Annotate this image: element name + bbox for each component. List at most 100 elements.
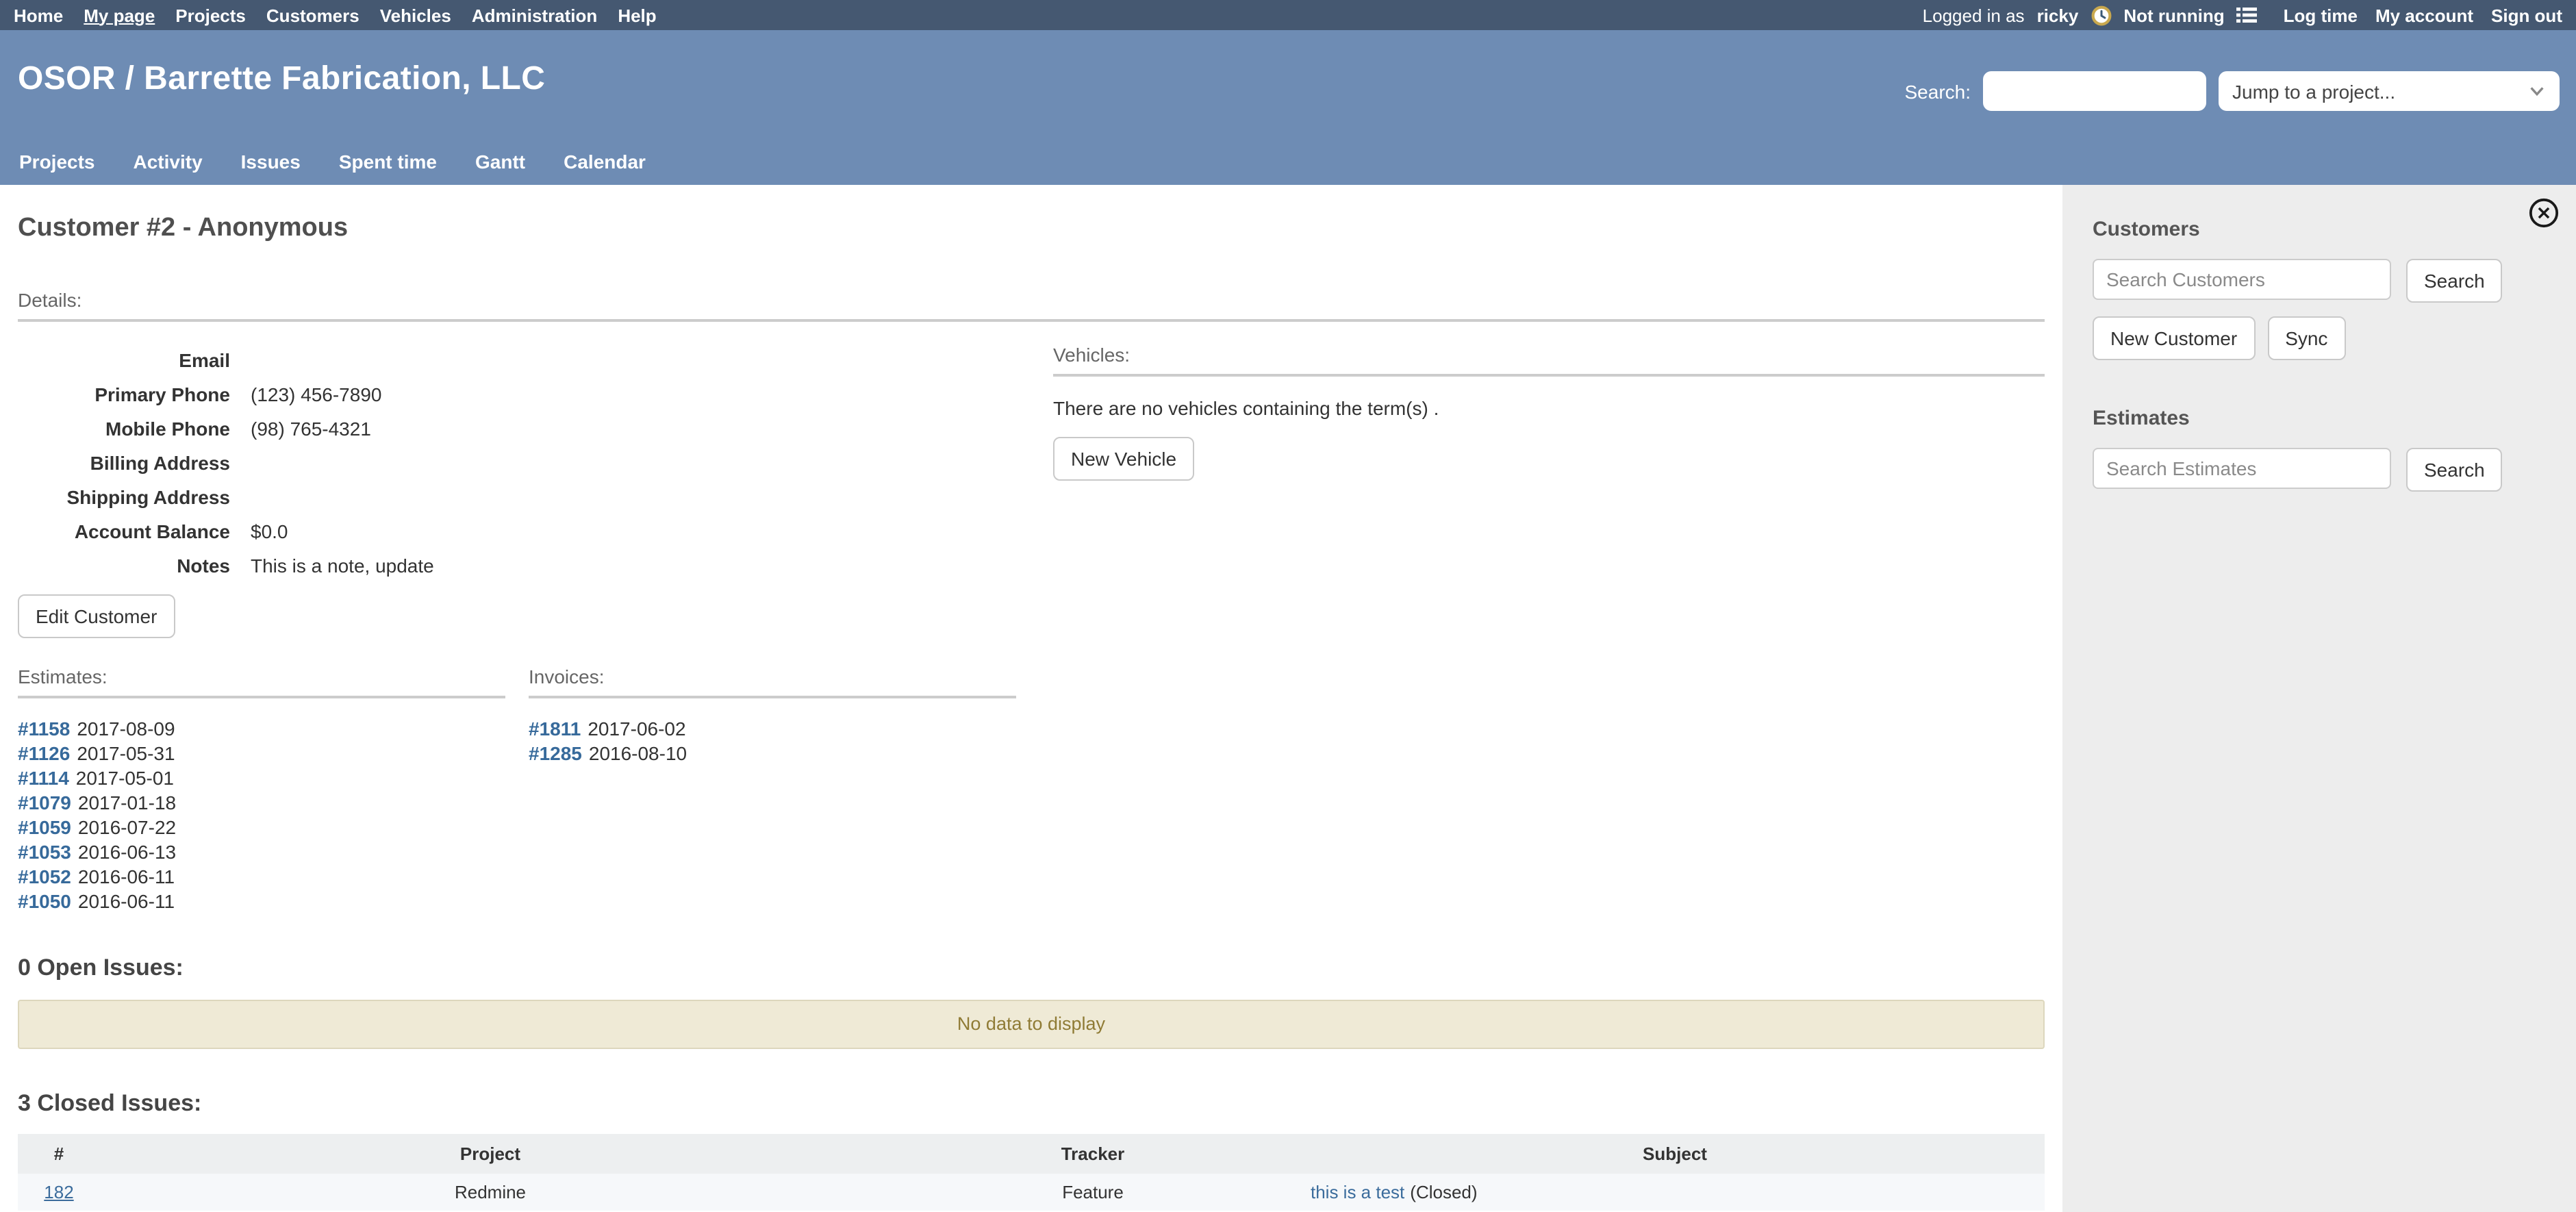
table-row: 182 Redmine Feature this is a test(Close… bbox=[18, 1174, 2045, 1211]
issue-status: (Closed) bbox=[1410, 1182, 1477, 1202]
field-label: Notes bbox=[18, 549, 230, 583]
no-data-banner: No data to display bbox=[18, 1000, 2045, 1049]
estimate-link[interactable]: #1050 bbox=[18, 890, 71, 912]
column-header-subject: Subject bbox=[1305, 1134, 2045, 1174]
field-label: Email bbox=[18, 344, 230, 378]
field-row-account-balance: Account Balance $0.0 bbox=[18, 515, 1031, 549]
search-estimates-input[interactable] bbox=[2093, 448, 2391, 489]
estimate-date: 2017-05-31 bbox=[77, 742, 175, 764]
log-time-link[interactable]: Log time bbox=[2284, 5, 2358, 25]
estimates-list-section: Estimates: #11582017-08-09 #11262017-05-… bbox=[18, 666, 505, 913]
top-menu-vehicles[interactable]: Vehicles bbox=[380, 5, 451, 25]
issue-tracker-cell: Feature bbox=[881, 1174, 1305, 1211]
page-header: OSOR / Barrette Fabrication, LLC Search:… bbox=[0, 30, 2576, 185]
top-menu-my-page[interactable]: My page bbox=[84, 5, 155, 25]
tab-spent-time[interactable]: Spent time bbox=[339, 151, 437, 173]
table-header-row: # Project Tracker Subject bbox=[18, 1134, 2045, 1174]
field-label: Account Balance bbox=[18, 515, 230, 549]
estimate-item: #1158 2017-08-09 bbox=[18, 716, 505, 741]
main-content: Customer #2 - Anonymous Details: Email P… bbox=[0, 185, 2062, 1212]
global-search-input[interactable] bbox=[1983, 71, 2206, 111]
invoice-link[interactable]: #1811 bbox=[529, 718, 581, 740]
tab-projects[interactable]: Projects bbox=[19, 151, 95, 173]
closed-issues-heading: 3 Closed Issues: bbox=[18, 1090, 2045, 1118]
list-icon[interactable] bbox=[2237, 7, 2258, 23]
page-title: Customer #2 - Anonymous bbox=[18, 214, 2045, 244]
my-account-link[interactable]: My account bbox=[2375, 5, 2473, 25]
sign-out-link[interactable]: Sign out bbox=[2491, 5, 2562, 25]
estimate-link[interactable]: #1079 bbox=[18, 792, 71, 813]
estimate-date: 2016-06-13 bbox=[78, 841, 176, 863]
estimates-search-row: Search bbox=[2093, 448, 2546, 492]
estimate-item: #10592016-07-22 bbox=[18, 815, 505, 839]
estimate-item: #1079 2017-01-18 bbox=[18, 790, 505, 815]
issue-id-link[interactable]: 182 bbox=[44, 1182, 73, 1202]
username-link[interactable]: ricky bbox=[2037, 5, 2079, 25]
field-row-billing-address: Billing Address bbox=[18, 446, 1031, 481]
customers-search-row: Search bbox=[2093, 259, 2546, 303]
estimate-link[interactable]: #1114 bbox=[18, 767, 69, 789]
estimate-link[interactable]: #1059 bbox=[18, 816, 71, 838]
top-menu-projects[interactable]: Projects bbox=[175, 5, 246, 25]
new-customer-button[interactable]: New Customer bbox=[2093, 316, 2255, 360]
estimate-date: 2017-08-09 bbox=[77, 718, 175, 740]
invoice-date: 2017-06-02 bbox=[588, 718, 685, 740]
content-row: Customer #2 - Anonymous Details: Email P… bbox=[0, 185, 2576, 1212]
app-title: OSOR / Barrette Fabrication, LLC bbox=[18, 60, 545, 99]
top-menu-customers[interactable]: Customers bbox=[266, 5, 359, 25]
estimate-item: #11142017-05-01 bbox=[18, 766, 505, 790]
estimate-item: #1050 2016-06-11 bbox=[18, 889, 505, 913]
estimate-link[interactable]: #1053 bbox=[18, 841, 71, 863]
field-row-notes: Notes This is a note, update bbox=[18, 549, 1031, 583]
invoice-item: #12852016-08-10 bbox=[529, 741, 1016, 766]
vehicles-divider bbox=[1053, 374, 2045, 377]
search-customers-button[interactable]: Search bbox=[2406, 259, 2503, 303]
project-jump-select[interactable]: Jump to a project... bbox=[2219, 71, 2560, 111]
estimate-item: #1126 2017-05-31 bbox=[18, 741, 505, 766]
search-estimates-button[interactable]: Search bbox=[2406, 448, 2503, 492]
estimate-item: #1053 2016-06-13 bbox=[18, 839, 505, 864]
estimates-list: #11582017-08-09 #11262017-05-31 #1114201… bbox=[18, 716, 505, 913]
estimate-link[interactable]: #1126 bbox=[18, 742, 70, 764]
sync-button[interactable]: Sync bbox=[2267, 316, 2345, 360]
sidebar-customers-heading: Customers bbox=[2093, 218, 2546, 241]
tab-activity[interactable]: Activity bbox=[134, 151, 203, 173]
estimate-link[interactable]: #1052 bbox=[18, 866, 71, 887]
application-window: Home My page Projects Customers Vehicles… bbox=[0, 0, 2576, 1212]
estimates-invoices-row: Estimates: #11582017-08-09 #11262017-05-… bbox=[18, 666, 1031, 913]
search-customers-input[interactable] bbox=[2093, 259, 2391, 300]
invoices-divider bbox=[529, 696, 1016, 698]
invoices-heading: Invoices: bbox=[529, 666, 1016, 687]
estimate-date: 2017-01-18 bbox=[78, 792, 176, 813]
edit-customer-button[interactable]: Edit Customer bbox=[18, 594, 175, 638]
header-search-area: Search: Jump to a project... bbox=[1905, 71, 2560, 111]
estimate-item: #10522016-06-11 bbox=[18, 864, 505, 889]
top-bar-account-area: Logged in as ricky Not running Log time … bbox=[1923, 5, 2562, 25]
tab-calendar[interactable]: Calendar bbox=[564, 151, 646, 173]
top-menu-bar: Home My page Projects Customers Vehicles… bbox=[0, 0, 2576, 30]
tab-issues[interactable]: Issues bbox=[241, 151, 301, 173]
column-header-tracker: Tracker bbox=[881, 1134, 1305, 1174]
column-header-project: Project bbox=[100, 1134, 881, 1174]
top-menu-administration[interactable]: Administration bbox=[472, 5, 597, 25]
top-menu-help[interactable]: Help bbox=[618, 5, 656, 25]
invoices-list: #1811 2017-06-02 #12852016-08-10 bbox=[529, 716, 1016, 766]
vehicles-section: Vehicles: There are no vehicles containi… bbox=[1053, 322, 2045, 913]
clock-icon[interactable] bbox=[2091, 5, 2111, 25]
close-circle-icon[interactable] bbox=[2528, 197, 2560, 229]
invoice-link[interactable]: #1285 bbox=[529, 742, 582, 764]
invoice-item: #1811 2017-06-02 bbox=[529, 716, 1016, 741]
open-issues-heading: 0 Open Issues: bbox=[18, 955, 2045, 982]
top-menu-home[interactable]: Home bbox=[14, 5, 63, 25]
estimate-link[interactable]: #1158 bbox=[18, 718, 70, 740]
invoices-list-section: Invoices: #1811 2017-06-02 #12852016-08-1… bbox=[529, 666, 1016, 913]
field-value: (98) 765-4321 bbox=[251, 412, 371, 446]
column-header-id: # bbox=[18, 1134, 100, 1174]
new-vehicle-button[interactable]: New Vehicle bbox=[1053, 437, 1194, 481]
vehicles-empty-message: There are no vehicles containing the ter… bbox=[1053, 397, 2045, 419]
estimate-date: 2016-06-11 bbox=[78, 890, 175, 912]
issue-subject-link[interactable]: this is a test bbox=[1311, 1182, 1404, 1202]
logged-in-label: Logged in as bbox=[1923, 5, 2025, 25]
details-vehicles-columns: Email Primary Phone (123) 456-7890 Mobil… bbox=[18, 322, 2045, 913]
tab-gantt[interactable]: Gantt bbox=[475, 151, 525, 173]
